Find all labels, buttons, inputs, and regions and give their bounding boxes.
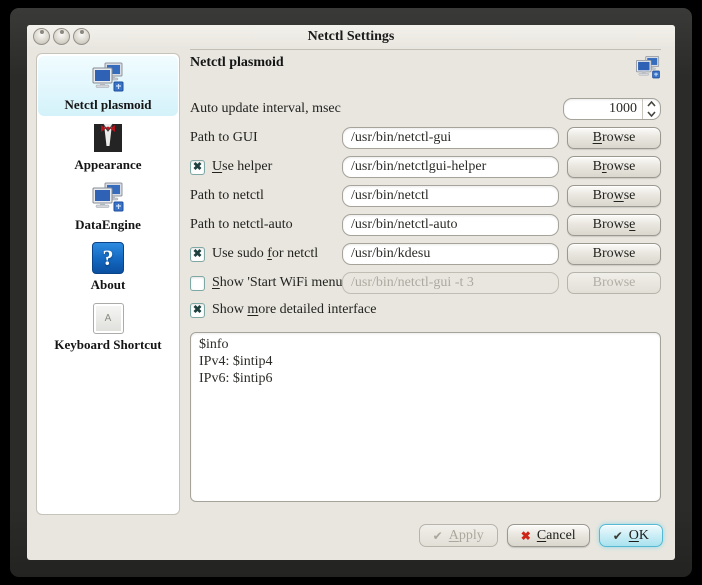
row-show-wifi-menu: Show 'Start WiFi menu' Browse <box>190 272 661 294</box>
window-button-2[interactable] <box>53 28 70 45</box>
path-to-gui-input[interactable] <box>342 127 559 149</box>
apply-button: ✔ Apply <box>419 524 498 547</box>
ok-label: OK <box>629 528 649 544</box>
keyboard-shortcut-icon: A <box>91 301 125 335</box>
row-detailed-interface: ✖ Show more detailed interface <box>190 301 661 319</box>
browse-gui-button[interactable]: Browse <box>567 127 661 149</box>
window-controls <box>33 28 90 45</box>
browse-netctl-button[interactable]: Browse <box>567 185 661 207</box>
sidebar-item-appearance[interactable]: Appearance <box>38 116 178 176</box>
detailed-interface-label: Show more detailed interface <box>212 302 376 318</box>
netctl-path-input[interactable] <box>342 185 559 207</box>
appearance-icon <box>91 121 125 155</box>
cancel-button[interactable]: ✖ Cancel <box>507 524 590 547</box>
check-icon: ✔ <box>613 530 623 542</box>
netctl-plasmoid-icon <box>635 55 661 86</box>
use-sudo-label-cell: ✖ Use sudo for netctl <box>190 246 342 262</box>
sidebar-item-label: About <box>91 278 126 292</box>
content: Netctl plasmoid Ap <box>27 49 675 524</box>
detailed-interface-checkbox[interactable]: ✖ <box>190 303 205 318</box>
use-helper-label-cell: ✖ Use helper <box>190 159 342 175</box>
settings-panel: Netctl plasmoid <box>190 49 661 524</box>
category-sidebar: Netctl plasmoid Ap <box>36 53 180 515</box>
apply-label: Apply <box>449 528 484 544</box>
path-to-netctl-label: Path to netctl <box>190 188 342 204</box>
show-wifi-menu-label-cell: Show 'Start WiFi menu' <box>190 275 342 291</box>
sidebar-item-label: Netctl plasmoid <box>64 98 151 112</box>
window-button-3[interactable] <box>73 28 90 45</box>
row-use-helper: ✖ Use helper Browse <box>190 156 661 178</box>
browse-sudo-button[interactable]: Browse <box>567 243 661 265</box>
auto-update-interval-spinner <box>563 98 661 120</box>
netctl-settings-window: Netctl Settings <box>27 25 675 560</box>
wifi-menu-command-input <box>342 272 559 294</box>
use-sudo-checkbox[interactable]: ✖ <box>190 247 205 262</box>
about-icon: ? <box>91 241 125 275</box>
sidebar-item-label: DataEngine <box>75 218 141 232</box>
use-helper-label: Use helper <box>212 159 272 175</box>
row-auto-update-interval: Auto update interval, msec <box>190 98 661 120</box>
row-path-to-gui: Path to GUI Browse <box>190 127 661 149</box>
check-icon: ✔ <box>433 530 443 542</box>
path-to-gui-label: Path to GUI <box>190 130 342 146</box>
sidebar-item-label: Appearance <box>74 158 141 172</box>
sudo-path-input[interactable] <box>342 243 559 265</box>
cancel-label: Cancel <box>537 528 576 544</box>
browse-helper-button[interactable]: Browse <box>567 156 661 178</box>
panel-title: Netctl plasmoid <box>190 55 284 71</box>
sidebar-item-label: Keyboard Shortcut <box>54 338 161 352</box>
netctl-auto-path-input[interactable] <box>342 214 559 236</box>
dataengine-icon <box>91 181 125 215</box>
sidebar-item-netctl-plasmoid[interactable]: Netctl plasmoid <box>38 56 178 116</box>
row-path-to-netctl-auto: Path to netctl-auto Browse <box>190 214 661 236</box>
window-button-1[interactable] <box>33 28 50 45</box>
auto-update-interval-input[interactable] <box>564 99 642 119</box>
browse-netctl-auto-button[interactable]: Browse <box>567 214 661 236</box>
browse-wifi-menu-button: Browse <box>567 272 661 294</box>
dialog-buttons: ✔ Apply ✖ Cancel ✔ OK <box>27 524 675 560</box>
sidebar-item-keyboard-shortcut[interactable]: A Keyboard Shortcut <box>38 296 178 356</box>
row-use-sudo: ✖ Use sudo for netctl Browse <box>190 243 661 265</box>
row-path-to-netctl: Path to netctl Browse <box>190 185 661 207</box>
netctl-plasmoid-icon <box>91 61 125 95</box>
detailed-interface-label-cell: ✖ Show more detailed interface <box>190 302 661 318</box>
window-frame: Netctl Settings <box>10 8 692 577</box>
tooltip-template-textarea[interactable]: $info IPv4: $intip4 IPv6: $intip6 <box>190 332 661 502</box>
sidebar-item-about[interactable]: ? About <box>38 236 178 296</box>
use-helper-checkbox[interactable]: ✖ <box>190 160 205 175</box>
show-wifi-menu-checkbox[interactable] <box>190 276 205 291</box>
x-icon: ✖ <box>521 530 531 542</box>
window-title: Netctl Settings <box>27 25 675 49</box>
titlebar: Netctl Settings <box>27 25 675 49</box>
path-to-netctl-auto-label: Path to netctl-auto <box>190 217 342 233</box>
spinner-up-icon[interactable] <box>643 99 660 109</box>
show-wifi-menu-label: Show 'Start WiFi menu' <box>212 275 342 291</box>
ok-button[interactable]: ✔ OK <box>599 524 663 547</box>
panel-header: Netctl plasmoid <box>190 50 661 98</box>
use-sudo-label: Use sudo for netctl <box>212 246 318 262</box>
spinner-down-icon[interactable] <box>643 109 660 119</box>
auto-update-interval-label: Auto update interval, msec <box>190 101 342 117</box>
sidebar-item-dataengine[interactable]: DataEngine <box>38 176 178 236</box>
helper-path-input[interactable] <box>342 156 559 178</box>
